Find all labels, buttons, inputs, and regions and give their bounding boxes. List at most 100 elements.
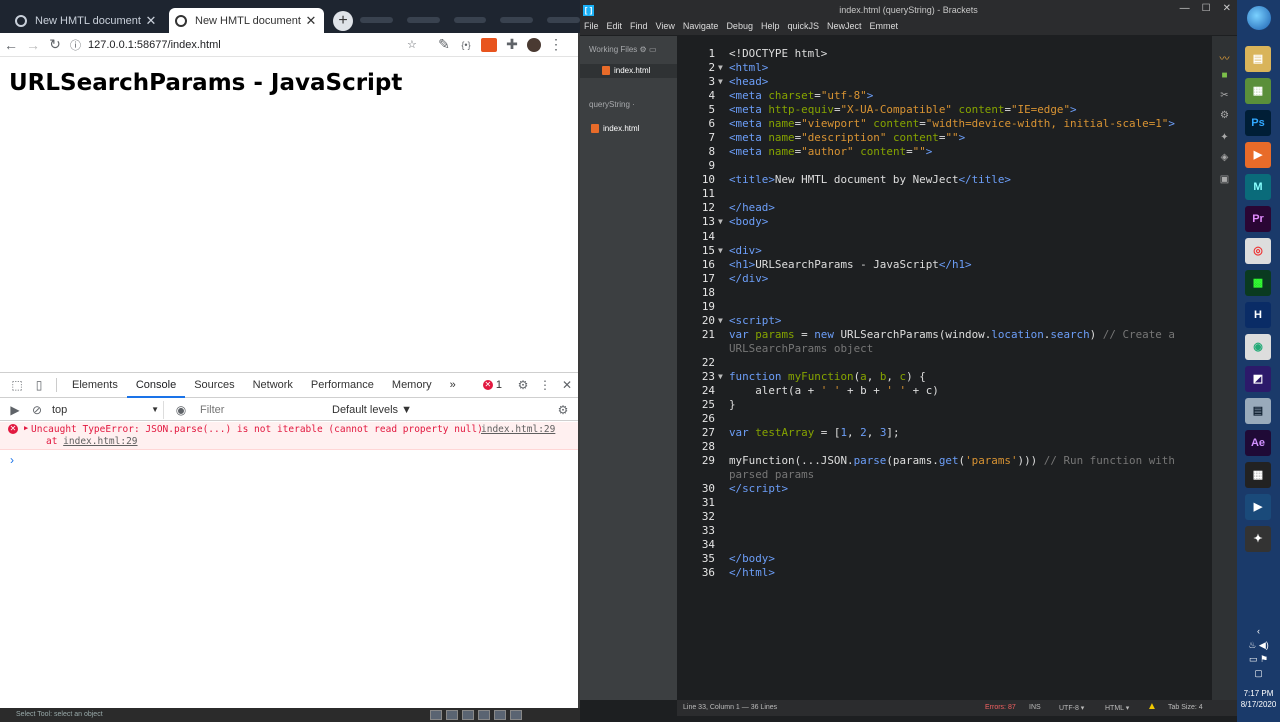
menu-find[interactable]: Find xyxy=(626,19,652,35)
premiere-icon[interactable]: Pr xyxy=(1245,206,1271,232)
warning-icon[interactable]: ▲ xyxy=(1147,701,1157,712)
working-file-item[interactable]: index.html xyxy=(602,66,650,75)
language-select[interactable]: HTML ▾ xyxy=(1105,704,1129,712)
live-preview-icon[interactable]: 〰 xyxy=(1218,50,1231,65)
pen-extension-icon[interactable]: ✎ xyxy=(433,36,455,53)
menu-debug[interactable]: Debug xyxy=(722,19,757,35)
insert-mode[interactable]: INS xyxy=(1029,704,1041,711)
menu-navigate[interactable]: Navigate xyxy=(679,19,723,35)
start-button[interactable] xyxy=(1247,6,1271,30)
close-devtools-icon[interactable]: ✕ xyxy=(556,378,578,392)
menu-quickjs[interactable]: quickJS xyxy=(783,19,823,35)
fold-arrow-icon[interactable]: ▼ xyxy=(718,246,723,255)
console-error-row[interactable]: ✕ ▶ Uncaught TypeError: JSON.parse(...) … xyxy=(0,422,578,450)
calc-app-icon[interactable]: ▩ xyxy=(1245,270,1271,296)
tab-size[interactable]: Tab Size: 4 xyxy=(1168,704,1203,711)
clear-console-icon[interactable]: ⊘ xyxy=(26,403,48,417)
design-app-icon[interactable]: ◩ xyxy=(1245,366,1271,392)
tab-performance[interactable]: Performance xyxy=(302,373,383,398)
tab-network[interactable]: Network xyxy=(244,373,302,398)
image-app-icon[interactable]: ▦ xyxy=(1245,78,1271,104)
menu-file[interactable]: File xyxy=(580,19,603,35)
fold-arrow-icon[interactable]: ▼ xyxy=(718,63,723,72)
chrome-canary-icon[interactable]: ◎ xyxy=(1245,238,1271,264)
layers-icon[interactable]: ◈ xyxy=(1218,152,1231,163)
fold-arrow-icon[interactable]: ▼ xyxy=(718,77,723,86)
info-icon[interactable]: ⓘ xyxy=(70,37,84,53)
video-app-icon[interactable]: ▶ xyxy=(1245,494,1271,520)
more-tabs-icon[interactable]: » xyxy=(441,373,465,398)
context-select[interactable]: top ▼ xyxy=(48,400,164,419)
project-header[interactable]: queryString · xyxy=(589,100,635,109)
code-editor[interactable]: 1 2 ▼ 3 ▼ 4 5 6 7 8 9 10 11 12 13 ▼ 14 15 ▼ 16 17 18 19 20 ▼ 21 22… xyxy=(677,36,1212,700)
log-levels-select[interactable]: Default levels ▼ xyxy=(332,404,412,416)
forward-icon[interactable]: → xyxy=(22,37,44,53)
close-icon[interactable]: ✕ xyxy=(1223,0,1231,20)
fold-arrow-icon[interactable]: ▼ xyxy=(718,316,723,325)
console-settings-icon[interactable]: ⚙ xyxy=(552,403,574,417)
settings-icon[interactable]: ⚙ xyxy=(1218,110,1231,121)
volume-icon[interactable]: ♨ ◀) xyxy=(1237,638,1280,652)
avatar[interactable] xyxy=(527,37,541,52)
expand-triangle-icon[interactable]: ▶ xyxy=(24,424,28,432)
menu-icon[interactable]: ⋮ xyxy=(545,36,567,53)
menu-help[interactable]: Help xyxy=(757,19,784,35)
menu-view[interactable]: View xyxy=(652,19,679,35)
network-icon[interactable]: ▭ ⚑ xyxy=(1237,652,1280,666)
fold-arrow-icon[interactable]: ▼ xyxy=(718,372,723,381)
notification-icon[interactable]: ▢ xyxy=(1237,666,1280,680)
tab-memory[interactable]: Memory xyxy=(383,373,441,398)
bird-app-icon[interactable]: ✦ xyxy=(1245,526,1271,552)
sidebar-toggle-icon[interactable]: ▶ xyxy=(4,403,26,417)
menu-emmet[interactable]: Emmet xyxy=(866,19,903,35)
h-app-icon[interactable]: H xyxy=(1245,302,1271,328)
stack-link[interactable]: index.html:29 xyxy=(63,436,137,447)
console-prompt[interactable]: › xyxy=(10,453,14,467)
maximize-icon[interactable]: ☐ xyxy=(1202,0,1211,20)
error-source-link[interactable]: index.html:29 xyxy=(481,424,555,435)
new-tab-button[interactable]: + xyxy=(333,11,353,31)
tools-icon[interactable]: ✂ xyxy=(1218,90,1231,101)
tab-elements[interactable]: Elements xyxy=(63,373,127,398)
menu-edit[interactable]: Edit xyxy=(603,19,627,35)
console-filter-input[interactable] xyxy=(196,400,324,419)
error-count-badge[interactable]: ✕ 1 xyxy=(482,379,502,391)
tab-sources[interactable]: Sources xyxy=(185,373,243,398)
back-icon[interactable]: ← xyxy=(0,37,22,53)
extension-icon[interactable] xyxy=(481,37,497,52)
settings-gear-icon[interactable]: ⚙ xyxy=(512,378,534,392)
after-effects-icon[interactable]: Ae xyxy=(1245,430,1271,456)
device-toolbar-icon[interactable]: ▯ xyxy=(28,378,50,392)
document-icon[interactable]: ▤ xyxy=(1245,398,1271,424)
fold-arrow-icon[interactable]: ▼ xyxy=(718,217,723,226)
tab-console[interactable]: Console xyxy=(126,373,186,398)
bulb-icon[interactable]: ✦ xyxy=(1218,132,1231,143)
puzzle-icon[interactable]: ✚ xyxy=(501,36,523,53)
minimize-icon[interactable]: — xyxy=(1180,0,1190,20)
media-player-icon[interactable]: ▶ xyxy=(1245,142,1271,168)
code-extension-icon[interactable]: {•} xyxy=(455,40,477,50)
browser-tab[interactable]: New HMTL document by NewJect ✕ xyxy=(9,8,164,33)
kebab-menu-icon[interactable]: ⋮ xyxy=(534,378,556,392)
eye-icon[interactable]: ◉ xyxy=(170,403,192,417)
m-app-icon[interactable]: M xyxy=(1245,174,1271,200)
errors-indicator[interactable]: Errors: 87 xyxy=(985,704,1016,711)
address-bar[interactable]: ⓘ 127.0.0.1:58677/index.html ☆ xyxy=(70,34,425,55)
inspect-icon[interactable]: ⬚ xyxy=(6,378,28,392)
project-file-item[interactable]: index.html xyxy=(591,124,639,133)
split-view-icon[interactable]: ▭ xyxy=(649,45,657,54)
menu-newject[interactable]: NewJect xyxy=(823,19,866,35)
folder-icon[interactable]: ▤ xyxy=(1245,46,1271,72)
encoding-select[interactable]: UTF-8 ▾ xyxy=(1059,704,1084,712)
clock[interactable]: 7:17 PM 8/17/2020 xyxy=(1237,688,1280,710)
window-icon[interactable]: ▣ xyxy=(1218,174,1231,185)
gear-icon[interactable]: ⚙ xyxy=(640,45,647,54)
chrome-icon[interactable]: ◉ xyxy=(1245,334,1271,360)
close-icon[interactable]: ✕ xyxy=(144,13,158,29)
extension-manager-icon[interactable]: ■ xyxy=(1218,70,1231,81)
close-icon[interactable]: ✕ xyxy=(304,13,318,29)
photoshop-icon[interactable]: Ps xyxy=(1245,110,1271,136)
film-icon[interactable]: ▦ xyxy=(1245,462,1271,488)
tray-expand-icon[interactable]: ‹ xyxy=(1237,624,1280,638)
star-icon[interactable]: ☆ xyxy=(407,38,425,51)
